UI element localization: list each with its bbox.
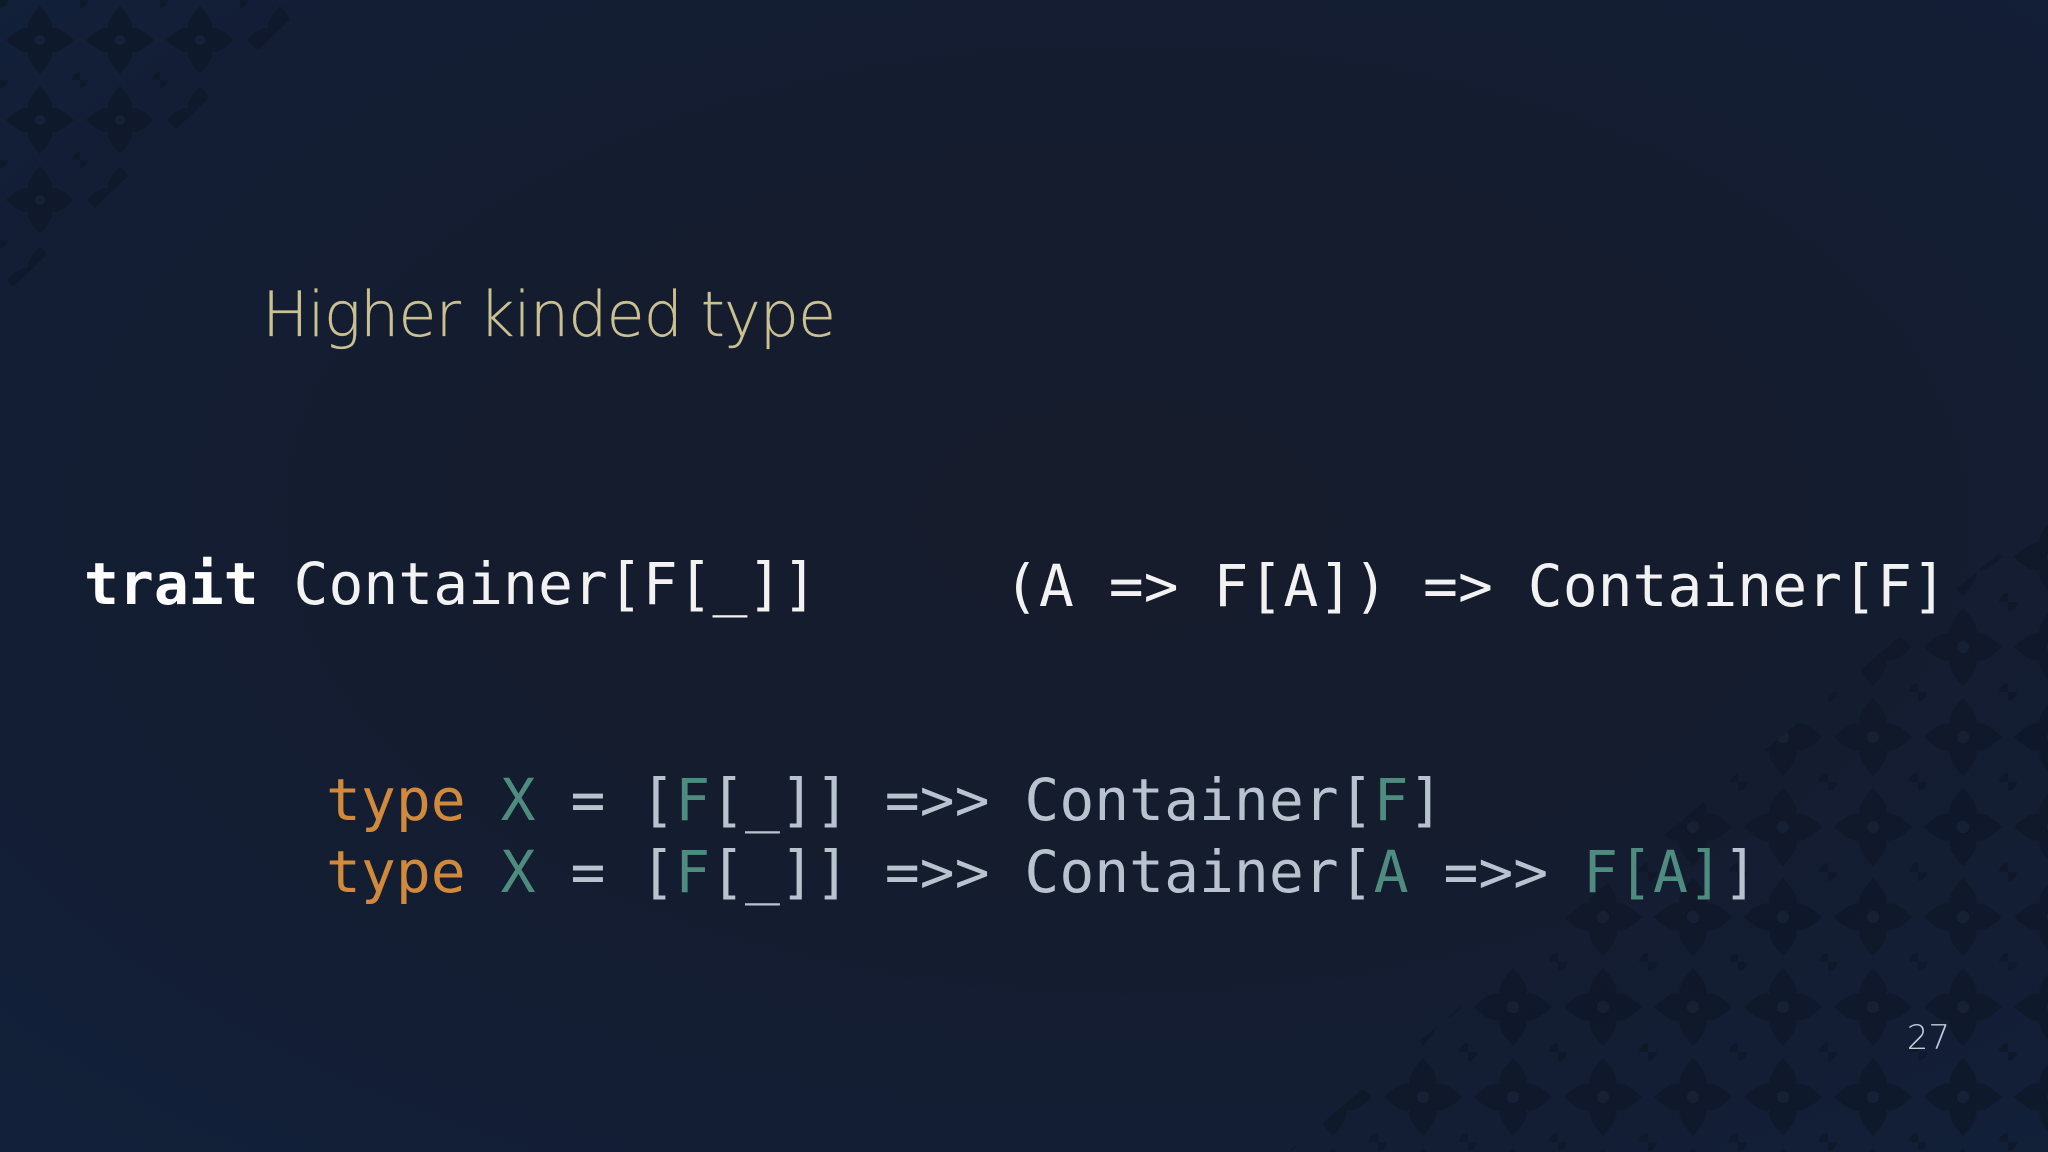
code-line-type-alias-1: type X = [F[_]] =>> Container[F] xyxy=(326,766,1443,834)
code-line-type-alias-2: type X = [F[_]] =>> Container[A =>> F[A]… xyxy=(326,838,1758,906)
lambda-body: [_]] =>> Container[ xyxy=(710,838,1374,906)
keyword-trait: trait xyxy=(84,550,259,618)
code-line-trait: trait Container[F[_]] xyxy=(84,550,817,618)
type-param-f: F xyxy=(675,838,711,906)
lambda-body: [_]] =>> Container[ xyxy=(710,766,1374,834)
type-arg-f: F xyxy=(1373,766,1409,834)
slide: Higher kinded type trait Container[F[_]]… xyxy=(0,0,2048,1152)
type-var-x: X xyxy=(500,766,536,834)
keyword-type: type xyxy=(326,766,466,834)
keyword-type: type xyxy=(326,838,466,906)
type-var-x: X xyxy=(500,838,536,906)
code-line-function-type: (A => F[A]) => Container[F] xyxy=(1004,552,1947,620)
equals-bracket: = [ xyxy=(535,838,676,906)
type-param-f: F xyxy=(675,766,711,834)
trait-signature: Container[F[_]] xyxy=(258,550,818,618)
arrow: =>> xyxy=(1408,838,1584,906)
page-number: 27 xyxy=(1906,1018,1950,1058)
type-arg-fa: F[A] xyxy=(1583,838,1723,906)
slide-title: Higher kinded type xyxy=(262,278,836,351)
type-arg-a: A xyxy=(1373,838,1409,906)
damask-ornament-top-left xyxy=(0,0,310,300)
equals-bracket: = [ xyxy=(535,766,676,834)
close-bracket: ] xyxy=(1408,766,1444,834)
close-bracket: ] xyxy=(1722,838,1758,906)
